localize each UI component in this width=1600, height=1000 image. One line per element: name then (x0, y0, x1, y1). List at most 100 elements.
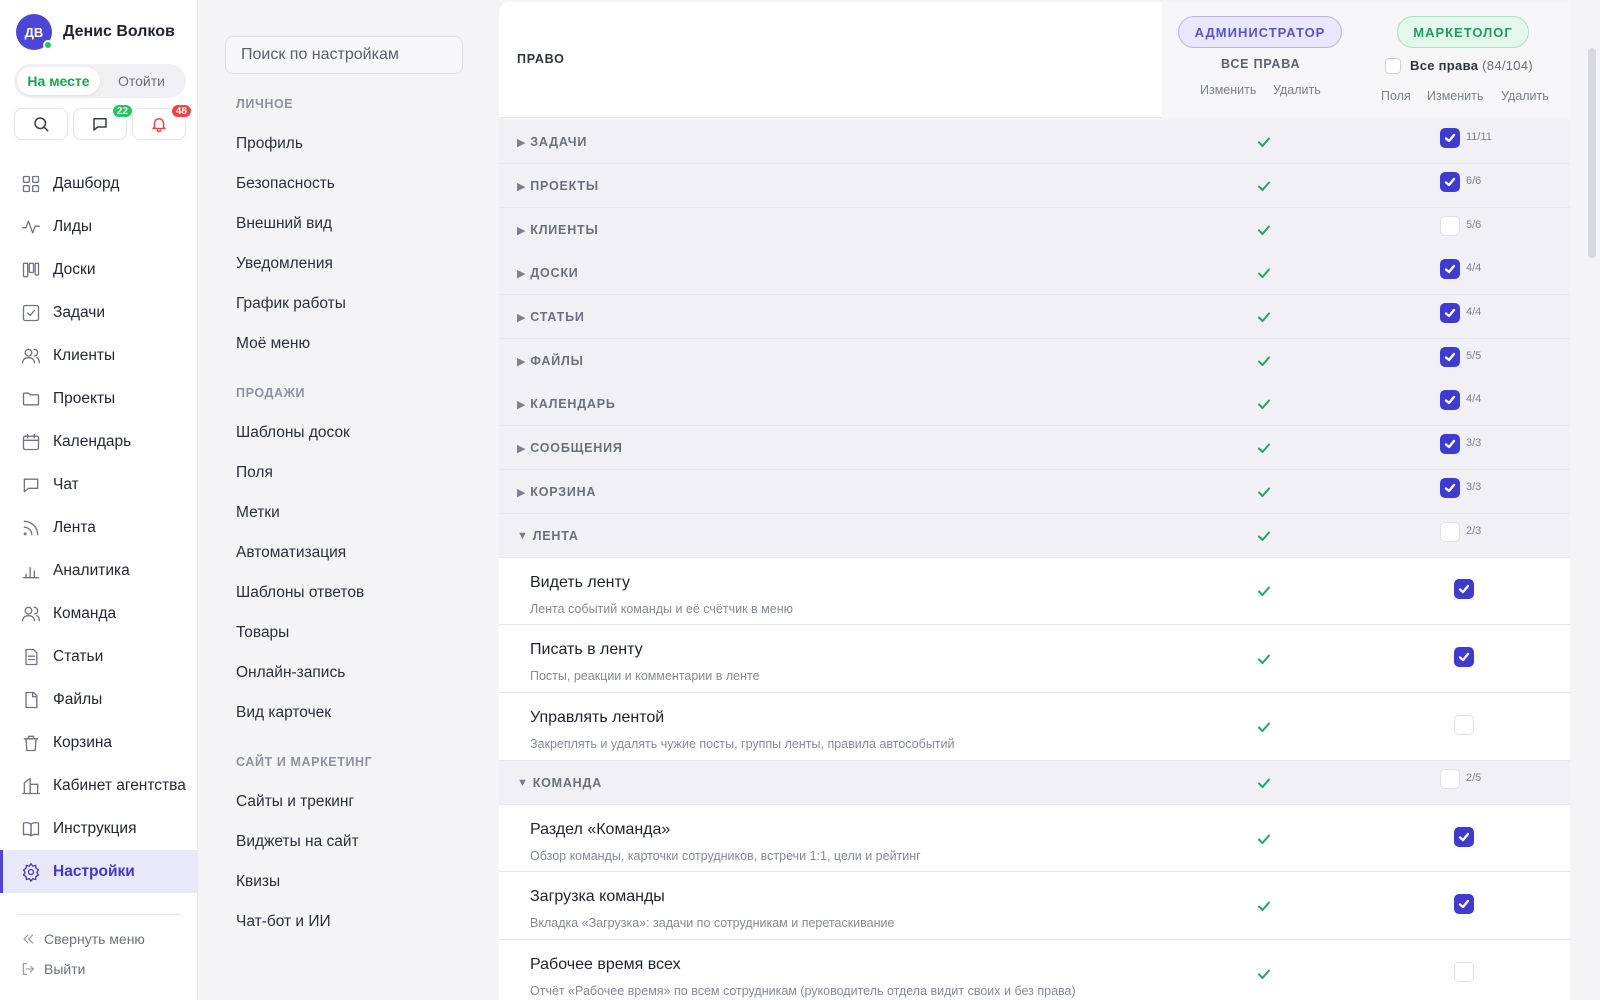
nav-item-articles[interactable]: Статьи (0, 635, 198, 678)
permission-group-row[interactable]: ▶ СООБЩЕНИЯ 3/3 (499, 426, 1570, 470)
messages-badge: 22 (110, 103, 134, 119)
marketer-permission-checkbox[interactable] (1454, 647, 1474, 667)
marketer-permission-checkbox[interactable] (1454, 962, 1474, 982)
permission-row: Рабочее время всех Отчёт «Рабочее время»… (499, 940, 1570, 1000)
permission-group-row-expanded[interactable]: ▼ ЛЕНТА 2/3 (499, 514, 1570, 558)
permission-group-row[interactable]: ▶ ПРОЕКТЫ 6/6 (499, 164, 1570, 208)
settings-link-profile[interactable]: Профиль (236, 135, 303, 153)
marketer-group-checkbox[interactable] (1440, 259, 1460, 279)
status-present-option[interactable]: На месте (17, 67, 100, 95)
marketer-group-checkbox[interactable] (1440, 434, 1460, 454)
settings-link-quizzes[interactable]: Квизы (236, 873, 280, 891)
collapse-menu-button[interactable]: Свернуть меню (20, 929, 145, 949)
group-count: 5/5 (1466, 350, 1482, 362)
nav-item-projects[interactable]: Проекты (0, 377, 198, 420)
settings-link-notifications[interactable]: Уведомления (236, 255, 333, 273)
settings-link-booking[interactable]: Онлайн-запись (236, 664, 345, 682)
admin-check-icon (1256, 265, 1272, 281)
nav-item-label: Задачи (53, 303, 106, 321)
nav-item-settings[interactable]: Настройки (0, 850, 198, 893)
marketer-group-checkbox[interactable] (1440, 522, 1460, 542)
nav-item-label: Кабинет агентства (53, 776, 186, 794)
nav-item-feed[interactable]: Лента (0, 506, 198, 549)
marketer-group-checkbox[interactable] (1440, 216, 1460, 236)
messages-button[interactable]: 22 (73, 103, 134, 140)
settings-search-input[interactable] (241, 46, 462, 64)
marketer-group-checkbox[interactable] (1440, 478, 1460, 498)
marketer-group-checkbox[interactable] (1440, 303, 1460, 323)
marketer-group-checkbox[interactable] (1440, 769, 1460, 789)
group-name: ▶ ЗАДАЧИ (517, 120, 587, 164)
settings-link-tags[interactable]: Метки (236, 504, 280, 522)
marketer-permission-checkbox[interactable] (1454, 579, 1474, 599)
nav-item-chat[interactable]: Чат (0, 463, 198, 506)
nav-item-calendar[interactable]: Календарь (0, 420, 198, 463)
status-away-option[interactable]: Отойти (100, 67, 183, 95)
settings-link-widgets[interactable]: Виджеты на сайт (236, 833, 359, 851)
permission-group-row[interactable]: ▶ ЗАДАЧИ 11/11 (499, 120, 1570, 164)
calendar-icon (22, 433, 40, 450)
permission-group-row-expanded[interactable]: ▼ КОМАНДА 2/5 (499, 761, 1570, 805)
settings-link-chatbot-ai[interactable]: Чат-бот и ИИ (236, 913, 331, 931)
permission-group-row[interactable]: ▶ КАЛЕНДАРЬ 4/4 (499, 382, 1570, 426)
settings-link-board-templates[interactable]: Шаблоны досок (236, 424, 350, 442)
logout-icon (22, 963, 34, 975)
nav-item-trash[interactable]: Корзина (0, 721, 198, 764)
logout-button[interactable]: Выйти (20, 959, 85, 979)
page-scrollbar[interactable] (1588, 48, 1596, 258)
settings-link-products[interactable]: Товары (236, 624, 289, 642)
notifications-button[interactable]: 48 (132, 103, 193, 140)
settings-link-security[interactable]: Безопасность (236, 175, 335, 193)
nav-item-guide[interactable]: Инструкция (0, 807, 198, 850)
notifications-badge: 48 (169, 103, 193, 119)
marketer-group-checkbox[interactable] (1440, 128, 1460, 148)
settings-link-automation[interactable]: Автоматизация (236, 544, 346, 562)
marketer-all-rights-checkbox[interactable] (1385, 58, 1401, 74)
nav-item-files[interactable]: Файлы (0, 678, 198, 721)
permission-group-row[interactable]: ▶ КОРЗИНА 3/3 (499, 470, 1570, 514)
permission-group-row[interactable]: ▶ ФАЙЛЫ 5/5 (499, 339, 1570, 383)
marketer-group-checkbox[interactable] (1440, 347, 1460, 367)
permission-group-row[interactable]: ▶ ДОСКИ 4/4 (499, 251, 1570, 295)
avatar-initials: ДВ (24, 24, 44, 40)
marketer-permission-checkbox[interactable] (1454, 827, 1474, 847)
nav-item-team[interactable]: Команда (0, 592, 198, 635)
settings-link-sites-tracking[interactable]: Сайты и трекинг (236, 793, 354, 811)
marketer-permission-checkbox[interactable] (1454, 715, 1474, 735)
settings-link-my-menu[interactable]: Моё меню (236, 335, 310, 353)
group-count: 6/6 (1466, 175, 1482, 187)
role-marketer-pill[interactable]: МАРКЕТОЛОГ (1397, 16, 1529, 48)
marketer-group-checkbox[interactable] (1440, 172, 1460, 192)
role-admin-pill[interactable]: АДМИНИСТРАТОР (1178, 16, 1342, 48)
search-button[interactable] (14, 108, 68, 140)
nav-item-clients[interactable]: Клиенты (0, 334, 198, 377)
settings-link-fields[interactable]: Поля (236, 464, 273, 482)
gear-icon (22, 862, 40, 882)
permission-group-row[interactable]: ▶ КЛИЕНТЫ 5/6 (499, 208, 1570, 252)
group-name: ▶ СООБЩЕНИЯ (517, 426, 623, 470)
nav-item-leads[interactable]: Лиды (0, 205, 198, 248)
caret-right-icon: ▶ (517, 267, 527, 280)
permission-group-row[interactable]: ▶ СТАТЬИ 4/4 (499, 295, 1570, 339)
settings-link-reply-templates[interactable]: Шаблоны ответов (236, 584, 364, 602)
nav-item-dashboard[interactable]: Дашборд (0, 162, 198, 205)
avatar[interactable]: ДВ (16, 14, 53, 50)
row-roles-area (1162, 625, 1570, 692)
group-name: ▶ ПРОЕКТЫ (517, 164, 599, 208)
nav-item-agency[interactable]: Кабинет агентства (0, 764, 198, 807)
settings-link-schedule[interactable]: График работы (236, 295, 346, 313)
settings-link-card-view[interactable]: Вид карточек (236, 704, 331, 722)
settings-link-appearance[interactable]: Внешний вид (236, 215, 332, 233)
nav-item-tasks[interactable]: Задачи (0, 291, 198, 334)
board-icon (22, 262, 40, 277)
user-profile[interactable]: ДВ Денис Волков (16, 14, 175, 50)
logout-label: Выйти (44, 961, 86, 977)
nav-item-boards[interactable]: Доски (0, 248, 198, 291)
marketer-permission-checkbox[interactable] (1454, 894, 1474, 914)
nav-item-analytics[interactable]: Аналитика (0, 549, 198, 592)
section-title-sales: ПРОДАЖИ (236, 386, 306, 400)
settings-search[interactable] (225, 36, 463, 74)
row-roles-area (1162, 470, 1570, 513)
caret-right-icon: ▶ (517, 442, 527, 455)
marketer-group-checkbox[interactable] (1440, 390, 1460, 410)
